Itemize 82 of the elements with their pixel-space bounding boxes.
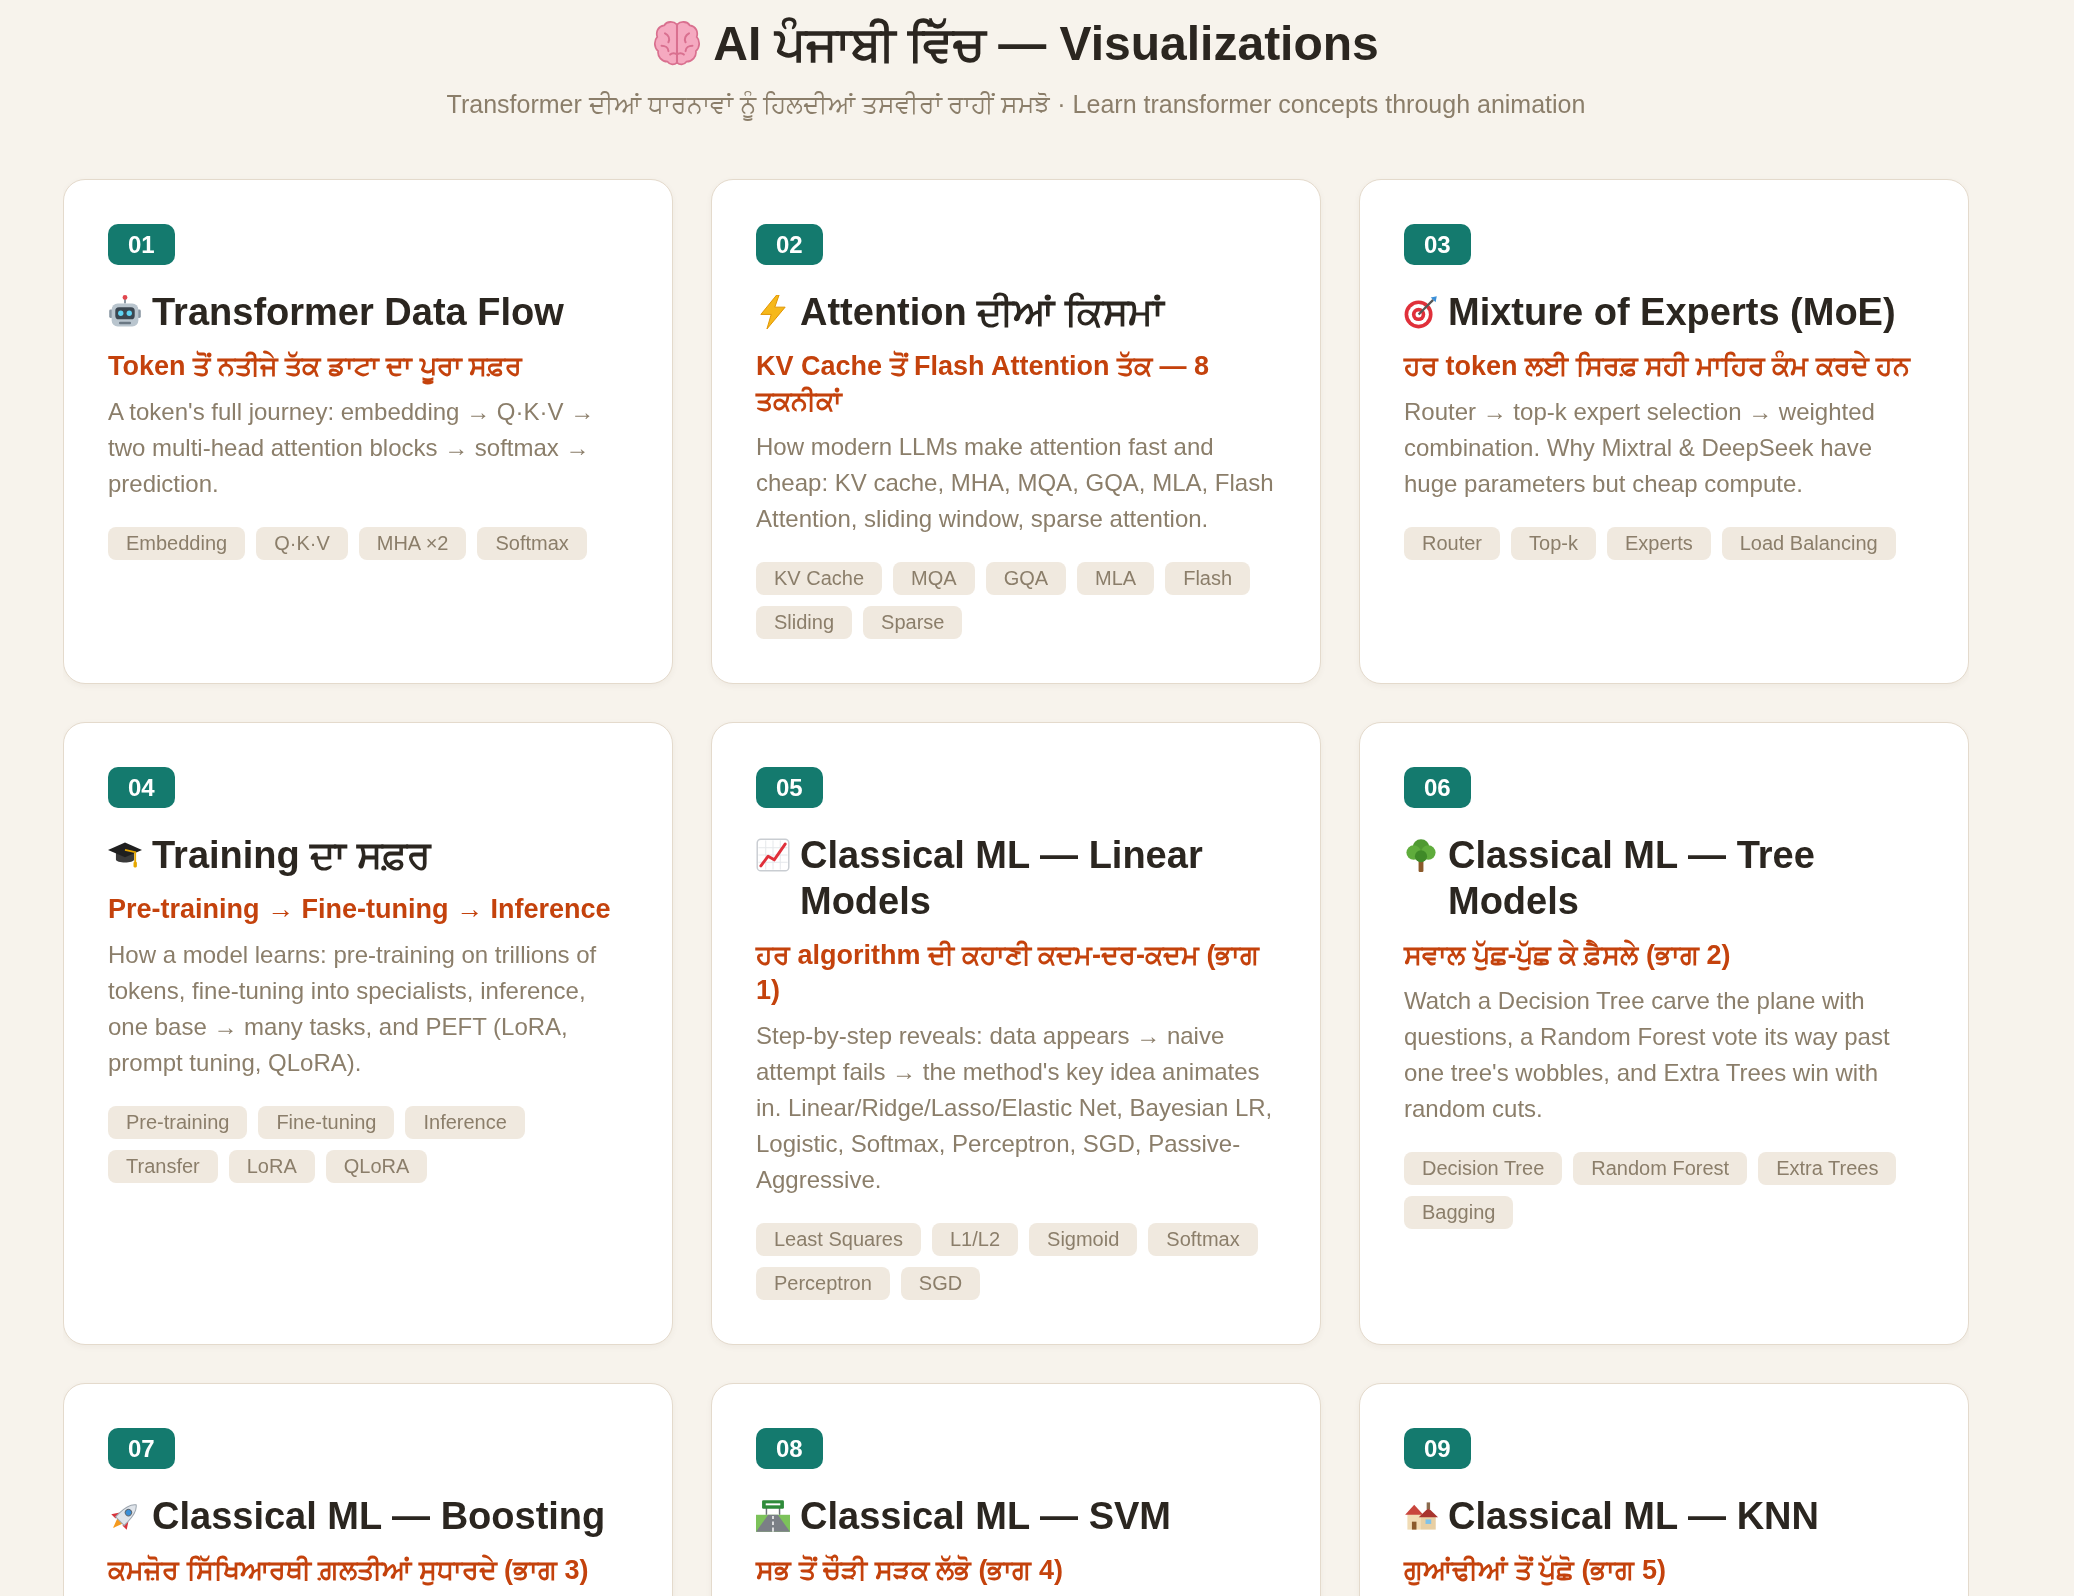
brain-icon [653,21,702,67]
topic-tag: Pre-training [108,1106,248,1139]
topic-tag: MQA [893,562,975,595]
card-title: Classical ML — KNN [1448,1494,1819,1539]
number-badge: 04 [108,767,175,808]
card-subtitle: ਹਰ token ਲਈ ਸਿਰਫ਼ ਸਹੀ ਮਾਹਿਰ ਕੰਮ ਕਰਦੇ ਹਨ [1404,349,1911,383]
card-subtitle: ਗੁਆਂਢੀਆਂ ਤੋਂ ਪੁੱਛੋ (ਭਾਗ 5) [1404,1553,1666,1588]
visualization-card[interactable] [63,722,673,1345]
card-subtitle: ਸਭ ਤੋਂ ਚੌੜੀ ਸੜਕ ਲੱਭੋ (ਭਾਗ 4) [756,1553,1063,1587]
line-chart-icon [756,838,790,872]
visualization-card[interactable]: 09 Classical ML — KNN ਗੁਆਂਢੀਆਂ ਤੋਂ ਪੁੱਛੋ (ਭਾਗ 5) [1359,1383,1969,1596]
number-badge: 06 [1404,767,1471,808]
card-title: Training ਦਾ ਸਫ਼ਰ [152,833,431,878]
topic-tag: Decision Tree [1404,1152,1563,1185]
topic-tag: Q·K·V [256,527,348,560]
topic-tag: GQA [985,562,1067,595]
topic-tag: Fine-tuning [258,1106,395,1139]
card-description: Step-by-step reveals: data appears → naive attempt fails → the method's key idea animates in. Linear/Ridge/Lasso/Elastic Net, Bayesian LR, Logistic, Softmax, Perceptron, SGD, Passive-Aggressive. [756,1021,1274,1195]
topic-tag: Top-k [1511,527,1596,560]
visualization-card[interactable]: 07 Classical ML — Boosting ਕਮਜ਼ੋਰ ਸਿੱਖਿਆਰਥੀ ਗ਼ਲਤੀਆਂ ਸੁਧਾਰਦੇ (ਭਾਗ 3) [63,1383,673,1596]
topic-tag: Perceptron [756,1267,890,1300]
page-title: AI ਪੰਜਾਬੀ ਵਿੱਚ — Visualizations [713,16,1379,72]
topic-tag: SGD [900,1267,981,1300]
houses-icon [1404,1499,1438,1533]
card-subtitle: ਸਵਾਲ ਪੁੱਛ-ਪੁੱਛ ਕੇ ਫ਼ੈਸਲੇ (ਭਾਗ 2) [1404,938,1731,973]
card-subtitle: Pre-training → Fine-tuning → Inference [108,893,611,926]
card-subtitle: ਹਰ algorithm ਦੀ ਕਹਾਣੀ ਕਦਮ-ਦਰ-ਕਦਮ (ਭਾਗ 1) [756,939,1261,1007]
topic-tag: QLoRA [325,1150,428,1183]
card-subtitle: ਕਮਜ਼ੋਰ ਸਿੱਖਿਆਰਥੀ ਗ਼ਲਤੀਆਂ ਸੁਧਾਰਦੇ (ਭਾਗ 3) [108,1553,589,1588]
number-badge: 07 [108,1428,175,1469]
card-description: Router → top-k expert selection → weighted combination. Why Mixtral & DeepSeek have huge parameters but cheap compute. [1404,397,1876,499]
number-badge: 09 [1404,1428,1471,1469]
topic-tag: L1/L2 [932,1223,1019,1256]
topic-tag: Random Forest [1573,1152,1748,1185]
topic-tag: LoRA [228,1150,315,1183]
topic-tag: Inference [405,1106,525,1139]
number-badge: 03 [1404,224,1471,265]
topic-tag: MLA [1077,562,1155,595]
number-badge: 01 [108,224,175,265]
road-icon [756,1499,790,1533]
card-description: Watch a Decision Tree carve the plane with questions, a Random Forest vote its way past one tree's wobbles, and Extra Trees win with random cuts. [1404,986,1891,1124]
topic-tag: Sparse [863,606,963,639]
card-title: Classical ML — SVM [800,1494,1171,1539]
topic-tag: Softmax [1148,1223,1258,1256]
topic-tag: Transfer [108,1150,218,1183]
card-subtitle: KV Cache ਤੋਂ Flash Attention ਤੱਕ — 8 ਤਕਨੀਕਾਂ [756,349,1211,418]
topic-tag: Router [1404,527,1501,560]
number-badge: 08 [756,1428,823,1469]
card-title: Classical ML — Tree Models [1448,833,1816,924]
card-title: Attention ਦੀਆਂ ਕਿਸਮਾਂ [800,290,1164,335]
card-title: Classical ML — Linear Models [800,833,1204,924]
card-title: Transformer Data Flow [152,290,564,335]
robot-icon [108,295,142,329]
topic-tag: Experts [1606,527,1711,560]
card-subtitle: Token ਤੋਂ ਨਤੀਜੇ ਤੱਕ ਡਾਟਾ ਦਾ ਪੂਰਾ ਸਫ਼ਰ [108,349,523,384]
visualization-card[interactable]: 01 Transformer Data Flow Token ਤੋਂ ਨਤੀਜੇ ਤੱਕ ਡਾਟਾ ਦਾ ਪੂਰਾ ਸਫ਼ਰ A token's full journey: embedding → Q·K·V → two multi-head attention blocks → softmax → prediction. Embedding Q·K·V MHA ×2 Softmax [63,179,673,684]
visualization-card[interactable] [711,179,1321,684]
topic-tag: KV Cache [756,562,883,595]
topic-tag: Extra Trees [1758,1152,1897,1185]
number-badge: 02 [756,224,823,265]
visualization-card[interactable] [1359,179,1969,684]
card-title: Classical ML — Boosting [152,1494,606,1539]
card-title: Mixture of Experts (MoE) [1448,290,1896,335]
topic-tag: Sigmoid [1029,1223,1138,1256]
topic-tag: Least Squares [756,1223,921,1256]
number-badge: 05 [756,767,823,808]
dart-target-icon [1404,295,1438,329]
visualization-card[interactable]: 08 Classical ML — SVM ਸਭ ਤੋਂ ਚੌੜੀ ਸੜਕ ਲੱਭੋ (ਭਾਗ 4) [711,1383,1321,1596]
visualization-card[interactable] [711,722,1321,1345]
topic-tag: Load Balancing [1721,527,1896,560]
topic-tag: Softmax [477,527,587,560]
topic-tag: Bagging [1404,1196,1514,1229]
page-subtitle: Transformer ਦੀਆਂ ਧਾਰਨਾਵਾਂ ਨੂੰ ਹਿਲਦੀਆਂ ਤਸਵੀਰਾਂ ਰਾਹੀਂ ਸਮਝੋ · Learn transformer concepts through animation [446,87,1586,121]
topic-tag: MHA ×2 [358,527,467,560]
card-description: A token's full journey: embedding → Q·K·V → two multi-head attention blocks → softmax → prediction. [108,397,596,499]
card-description: How a model learns: pre-training on trillions of tokens, fine-tuning into specialists, inference, one base → many tasks, and PEFT (LoRA, prompt tuning, QLoRA). [108,940,598,1078]
visualization-card[interactable] [1359,722,1969,1345]
topic-tag: Flash [1165,562,1251,595]
topic-tag: Sliding [756,606,853,639]
topic-tag: Embedding [108,527,246,560]
card-description: How modern LLMs make attention fast and cheap: KV cache, MHA, MQA, GQA, MLA, Flash Attention, sliding window, sparse attention. [756,432,1275,534]
tree-icon [1404,838,1438,872]
